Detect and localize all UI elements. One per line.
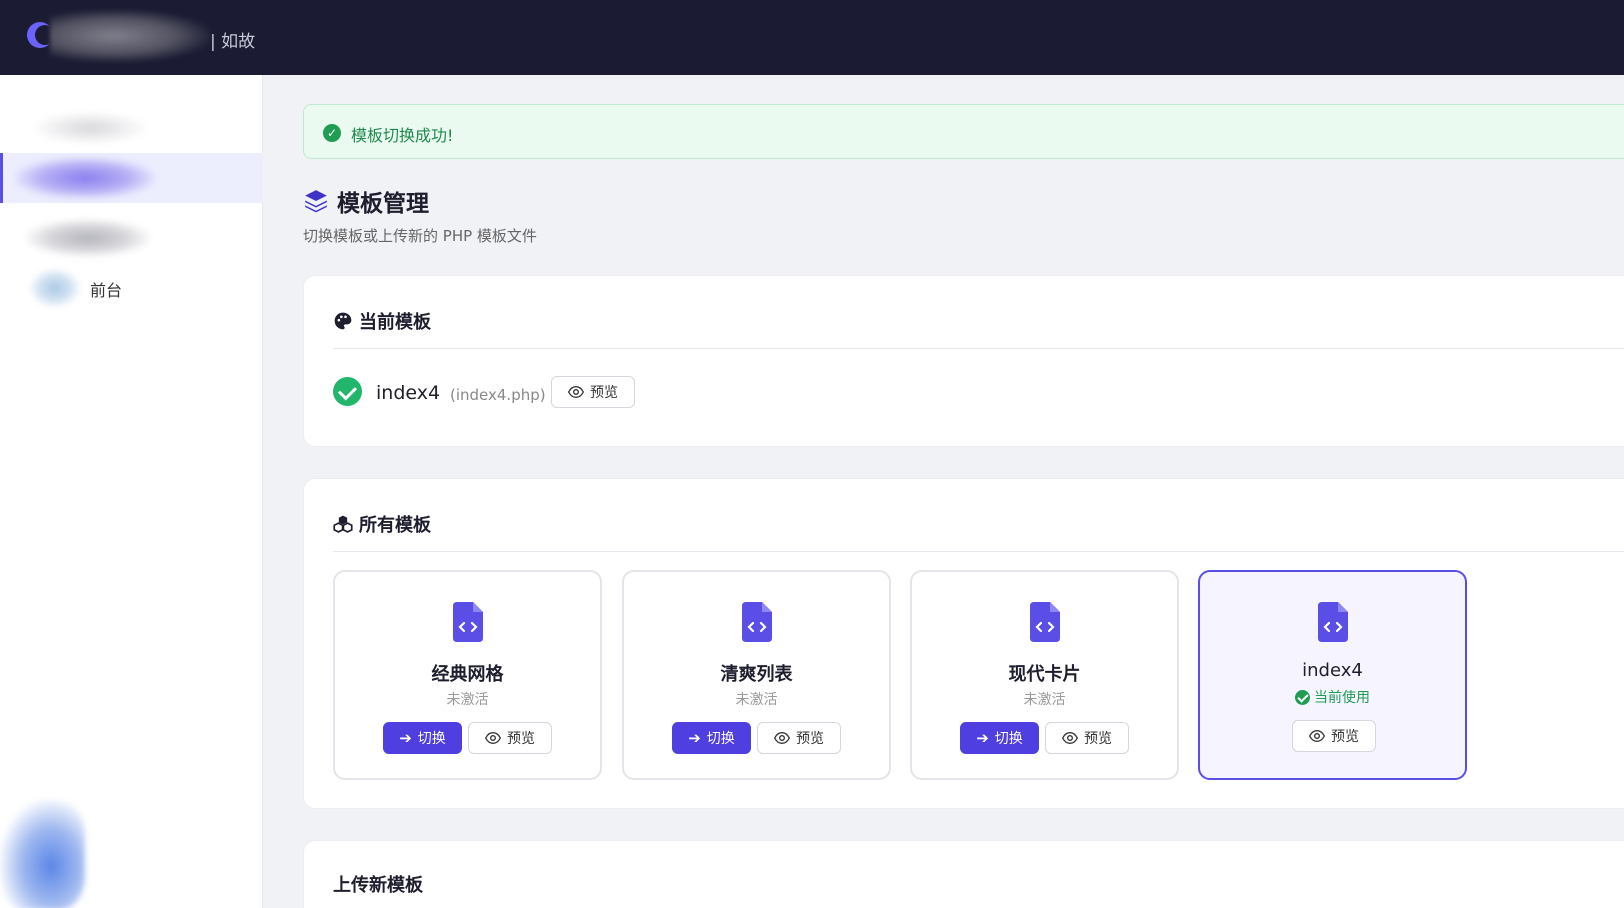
preview-button[interactable]: 预览 <box>1292 720 1376 752</box>
success-alert: ✓ 模板切换成功! <box>303 104 1624 159</box>
eye-icon <box>568 385 584 399</box>
sidebar-item-label: 前台 <box>90 281 123 300</box>
file-code-icon <box>1030 602 1060 642</box>
template-name: 现代卡片 <box>1008 664 1081 685</box>
switch-label: 切换 <box>417 731 446 747</box>
page-subtitle: 切换模板或上传新的 PHP 模板文件 <box>303 227 537 245</box>
redacted-label <box>30 111 150 145</box>
template-status: 未激活 <box>446 692 489 708</box>
current-template-heading: 当前模板 <box>333 308 431 334</box>
sidebar-item-frontend[interactable]: 前台 <box>0 263 263 313</box>
arrow-right-icon: ➔ <box>399 729 412 747</box>
preview-button[interactable]: 预览 <box>757 722 841 754</box>
user-avatar-redacted[interactable] <box>0 800 85 908</box>
check-circle-icon: ✓ <box>323 124 341 142</box>
sidebar: 前台 <box>0 75 263 908</box>
all-templates-card: 所有模板 经典网格 未激活 ➔ 切换 预览 清爽列表 未激活 ➔ 切换 预览 现… <box>303 478 1624 809</box>
current-template-heading-text: 当前模板 <box>359 312 431 333</box>
current-template-card: 当前模板 index4 (index4.php) 预览 <box>303 275 1624 447</box>
all-templates-heading: 所有模板 <box>333 511 431 537</box>
home-icon <box>30 269 80 307</box>
template-status: 未激活 <box>1023 692 1066 708</box>
palette-icon <box>334 312 352 330</box>
file-code-icon <box>453 602 483 642</box>
preview-label: 预览 <box>796 731 824 747</box>
template-status-text: 当前使用 <box>1314 690 1370 706</box>
redacted-label <box>26 219 150 257</box>
arrow-right-icon: ➔ <box>688 729 701 747</box>
check-circle-icon <box>333 377 362 406</box>
eye-icon <box>485 731 501 745</box>
brand-name-redacted <box>50 10 210 62</box>
sidebar-item-templates[interactable] <box>0 153 263 203</box>
preview-button[interactable]: 预览 <box>1045 722 1129 754</box>
page-title: 模板管理 <box>303 184 429 218</box>
switch-button[interactable]: ➔ 切换 <box>960 722 1039 754</box>
arrow-right-icon: ➔ <box>976 729 989 747</box>
current-template-name: index4 <box>376 382 441 404</box>
template-card-classic-grid: 经典网格 未激活 ➔ 切换 预览 <box>333 570 602 780</box>
alert-text: 模板切换成功! <box>351 126 454 145</box>
eye-icon <box>774 731 790 745</box>
file-code-icon <box>1318 602 1348 642</box>
preview-label: 预览 <box>590 385 618 401</box>
layers-icon <box>305 190 327 213</box>
eye-icon <box>1309 729 1325 743</box>
template-name: index4 <box>1302 660 1363 681</box>
current-preview-button[interactable]: 预览 <box>551 376 635 408</box>
preview-label: 预览 <box>1331 729 1359 745</box>
divider <box>333 551 1624 552</box>
upload-template-heading: 上传新模板 <box>333 875 423 896</box>
check-circle-icon <box>1295 689 1310 705</box>
template-name: 经典网格 <box>431 664 504 685</box>
template-card-clean-list: 清爽列表 未激活 ➔ 切换 预览 <box>622 570 891 780</box>
template-name: 清爽列表 <box>720 664 793 685</box>
switch-label: 切换 <box>706 731 735 747</box>
preview-button[interactable]: 预览 <box>468 722 552 754</box>
switch-button[interactable]: ➔ 切换 <box>383 722 462 754</box>
cubes-icon <box>333 515 353 533</box>
page-title-text: 模板管理 <box>337 191 429 217</box>
template-status: 当前使用 <box>1200 687 1465 707</box>
preview-label: 预览 <box>507 731 535 747</box>
all-templates-heading-text: 所有模板 <box>359 515 431 536</box>
template-card-index4: index4 当前使用 预览 <box>1198 570 1467 780</box>
top-bar: | 如故 <box>0 0 1624 75</box>
file-code-icon <box>742 602 772 642</box>
sidebar-item-3[interactable] <box>0 213 263 263</box>
eye-icon <box>1062 731 1078 745</box>
upload-template-card: 上传新模板 <box>303 840 1624 908</box>
template-status: 未激活 <box>735 692 778 708</box>
switch-label: 切换 <box>994 731 1023 747</box>
template-card-modern-card: 现代卡片 未激活 ➔ 切换 预览 <box>910 570 1179 780</box>
switch-button[interactable]: ➔ 切换 <box>672 722 751 754</box>
sidebar-item-1[interactable] <box>0 103 263 153</box>
preview-label: 预览 <box>1084 731 1112 747</box>
brand-suffix: | 如故 <box>210 32 256 52</box>
redacted-label <box>15 157 155 199</box>
current-template-file: (index4.php) <box>450 386 546 404</box>
divider <box>333 348 1624 349</box>
